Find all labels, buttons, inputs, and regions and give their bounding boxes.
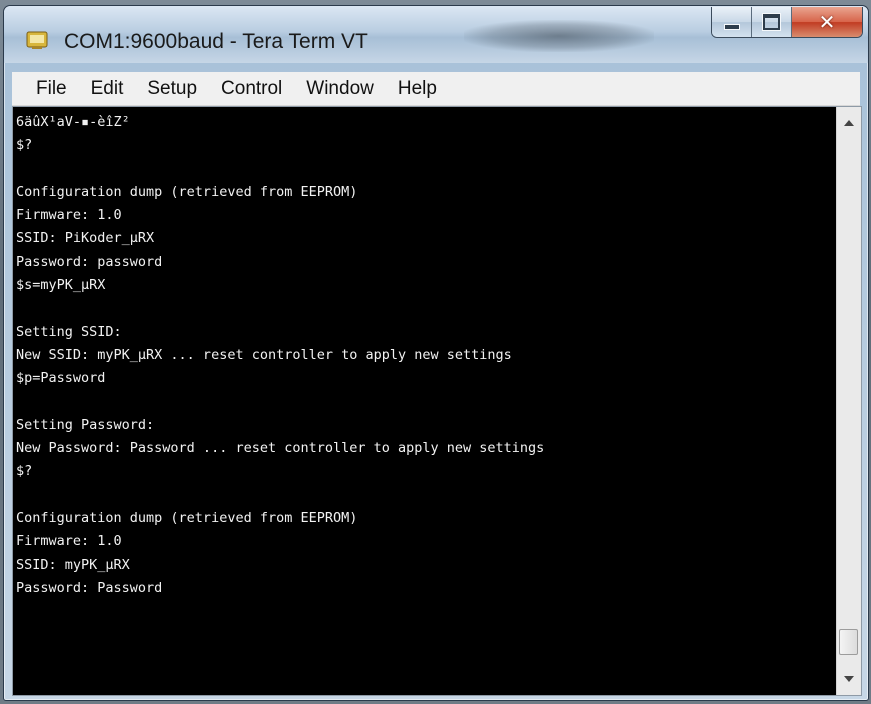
terminal-line: $? bbox=[16, 463, 33, 480]
arrow-up-icon bbox=[844, 120, 854, 126]
title-bar[interactable]: COM1:9600baud - Tera Term VT ✕ bbox=[4, 6, 868, 63]
scroll-up-button[interactable] bbox=[837, 111, 861, 135]
terminal-line: $s=myPK_µRX bbox=[16, 277, 106, 294]
terminal-output[interactable]: 6äûX¹aV-▪-èîZ² $? Configuration dump (re… bbox=[13, 107, 837, 695]
tera-term-window: COM1:9600baud - Tera Term VT ✕ File Edit… bbox=[3, 5, 869, 701]
terminal-line: Firmware: 1.0 bbox=[16, 207, 122, 224]
maximize-icon bbox=[763, 14, 780, 30]
terminal-line: Password: Password bbox=[16, 579, 163, 596]
terminal-line: 6äûX¹aV-▪-èîZ² bbox=[16, 114, 130, 130]
terminal-line: New Password: Password ... reset control… bbox=[16, 440, 545, 457]
terminal-text: 6äûX¹aV-▪-èîZ² $? Configuration dump (re… bbox=[16, 111, 544, 600]
terminal-line: $? bbox=[16, 137, 33, 154]
tera-term-app-icon[interactable] bbox=[26, 30, 48, 50]
terminal-line: Configuration dump (retrieved from EEPRO… bbox=[16, 510, 358, 527]
terminal-frame: 6äûX¹aV-▪-èîZ² $? Configuration dump (re… bbox=[12, 106, 862, 696]
scrollbar-thumb[interactable] bbox=[839, 629, 858, 655]
terminal-line: SSID: myPK_µRX bbox=[16, 556, 130, 573]
menu-control[interactable]: Control bbox=[211, 78, 292, 100]
terminal-line: New SSID: myPK_µRX ... reset controller … bbox=[16, 346, 512, 363]
close-button[interactable]: ✕ bbox=[792, 7, 862, 37]
menu-window[interactable]: Window bbox=[296, 78, 384, 100]
terminal-line: Setting SSID: bbox=[16, 323, 122, 340]
maximize-button[interactable] bbox=[752, 7, 792, 37]
menu-bar: File Edit Setup Control Window Help bbox=[12, 72, 860, 106]
arrow-down-icon bbox=[844, 676, 854, 682]
menu-file[interactable]: File bbox=[26, 78, 77, 100]
terminal-line: SSID: PiKoder_µRX bbox=[16, 230, 155, 247]
menu-help[interactable]: Help bbox=[388, 78, 447, 100]
vertical-scrollbar[interactable] bbox=[836, 107, 861, 695]
terminal-line: Setting Password: bbox=[16, 416, 155, 433]
scroll-down-button[interactable] bbox=[837, 667, 861, 691]
terminal-line: Configuration dump (retrieved from EEPRO… bbox=[16, 183, 358, 200]
terminal-line: Password: password bbox=[16, 253, 163, 270]
minimize-button[interactable] bbox=[712, 7, 752, 37]
minimize-icon bbox=[723, 24, 740, 30]
terminal-line: Firmware: 1.0 bbox=[16, 533, 122, 550]
menu-edit[interactable]: Edit bbox=[81, 78, 134, 100]
caption-buttons: ✕ bbox=[711, 7, 863, 38]
terminal-line: $p=Password bbox=[16, 370, 106, 387]
window-title: COM1:9600baud - Tera Term VT bbox=[64, 30, 368, 53]
title-bar-highlight bbox=[464, 20, 654, 52]
menu-setup[interactable]: Setup bbox=[137, 78, 207, 100]
close-icon: ✕ bbox=[818, 10, 836, 34]
